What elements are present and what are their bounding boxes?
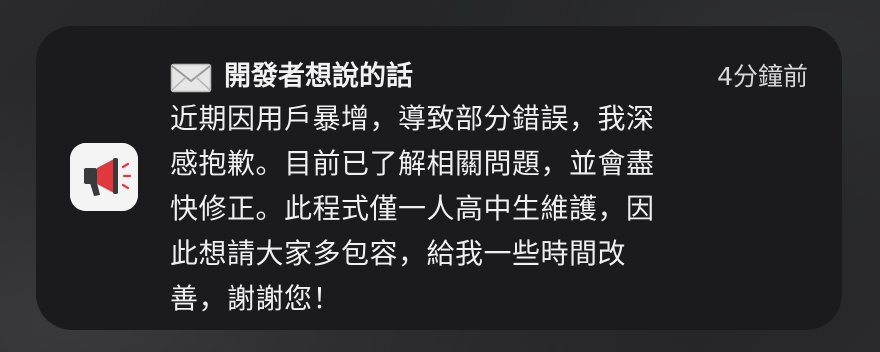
message-line: 近期因用戶暴增，導致部分錯誤，我深: [170, 102, 655, 135]
message-line: 感抱歉。目前已了解相關問題，並會盡: [170, 147, 655, 180]
notification-header: 開發者想說的話 4分鐘前: [170, 58, 808, 96]
notification-timestamp: 4分鐘前: [717, 62, 808, 91]
envelope-icon: [170, 63, 212, 93]
notification-card[interactable]: 開發者想說的話 4分鐘前 近期因用戶暴增，導致部分錯誤，我深 感抱歉。目前已了解…: [36, 26, 842, 330]
message-line: 快修正。此程式僅一人高中生維護，因: [170, 192, 655, 225]
message-line: 此想請大家多包容，給我一些時間改: [170, 237, 627, 270]
notification-body: 近期因用戶暴增，導致部分錯誤，我深 感抱歉。目前已了解相關問題，並會盡 快修正。…: [170, 96, 780, 321]
megaphone-icon: [70, 143, 138, 211]
notification-title: 開發者想說的話: [224, 61, 413, 92]
message-line: 善，謝謝您！: [170, 282, 342, 315]
